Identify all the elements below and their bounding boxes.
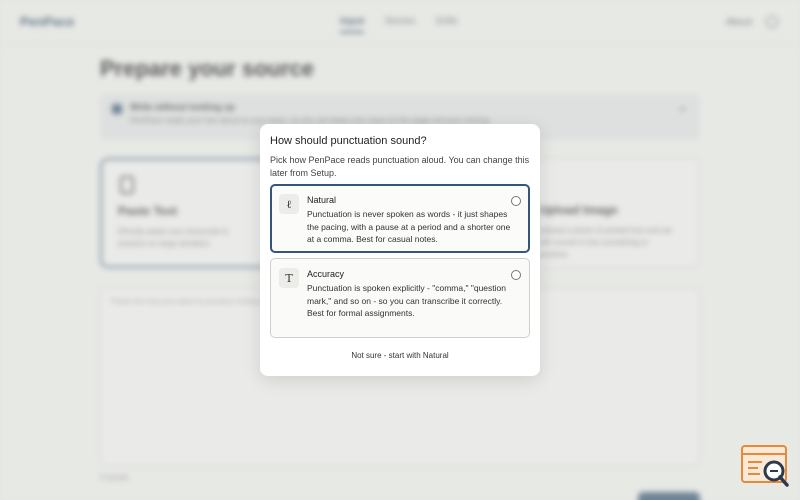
option-radio[interactable] [511, 196, 521, 206]
option-accuracy[interactable]: T Accuracy Punctuation is spoken explici… [270, 258, 530, 338]
punctuation-dialog: How should punctuation sound? Pick how P… [260, 124, 540, 376]
dialog-title: How should punctuation sound? [270, 135, 427, 147]
option-description: Punctuation is never spoken as words - i… [307, 209, 511, 244]
text-t-icon: T [279, 268, 299, 288]
option-radio[interactable] [511, 270, 521, 280]
option-title: Natural [307, 195, 337, 205]
pen-nib-icon: ℓ [279, 194, 299, 214]
option-natural[interactable]: ℓ Natural Punctuation is never spoken as… [270, 184, 530, 253]
dialog-description: Pick how PenPace reads punctuation aloud… [270, 155, 530, 178]
start-with-natural-link[interactable]: Not sure - start with Natural [260, 351, 540, 360]
option-description: Punctuation is spoken explicitly - "comm… [307, 283, 506, 318]
screen-search-icon [741, 445, 789, 487]
option-title: Accuracy [307, 269, 345, 279]
